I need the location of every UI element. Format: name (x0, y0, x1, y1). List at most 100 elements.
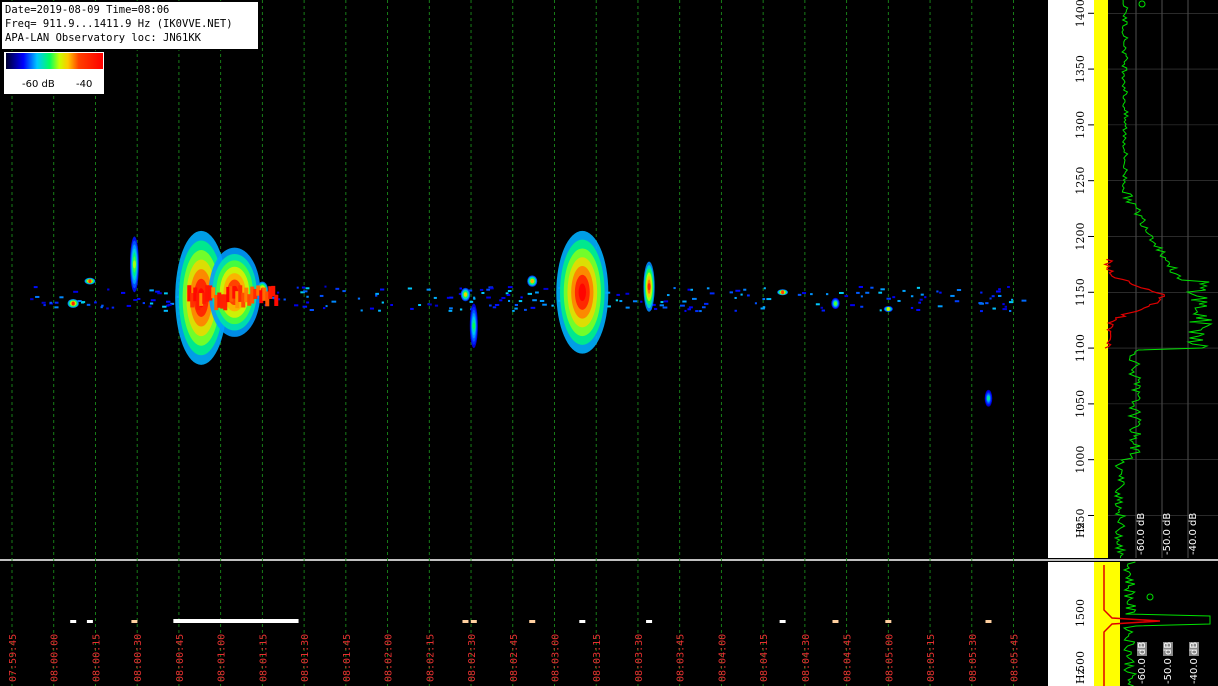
y-tick-label: 1250 (1074, 167, 1087, 195)
speckle (324, 285, 327, 288)
colorbar: -60 dB -40 (4, 52, 104, 94)
x-tick-label: 08:04:15 (759, 634, 770, 682)
speckle (1021, 299, 1027, 302)
db-label: -40.0 dB (1188, 513, 1199, 555)
mini-y-tick-label: 1500 (1074, 599, 1087, 627)
speckle (507, 286, 513, 289)
speckle (1009, 310, 1012, 313)
speckle (880, 288, 885, 291)
speckle (486, 296, 491, 299)
speckle (662, 306, 668, 309)
speckle (306, 301, 310, 304)
echo-layer (88, 279, 92, 284)
speckle (434, 304, 439, 307)
speckle (1002, 303, 1005, 306)
speckle (995, 290, 1001, 293)
speckle (378, 309, 381, 312)
timeline-mark (985, 620, 992, 623)
speckle (625, 306, 630, 309)
echo-layer (781, 290, 785, 295)
y-tick-label: 1200 (1074, 222, 1087, 250)
speckle (625, 292, 630, 295)
speckle (735, 289, 741, 292)
x-tick-label: 08:04:00 (717, 634, 728, 682)
speckle (331, 300, 337, 303)
x-tick-label: 08:01:45 (342, 634, 353, 682)
speckle (54, 301, 59, 304)
meteor-echo (643, 261, 655, 312)
speckle (640, 300, 643, 303)
echo-layer (578, 283, 587, 302)
x-tick-label: 08:00:00 (50, 634, 61, 682)
timeline-mark (131, 620, 138, 623)
speckle (687, 308, 691, 311)
x-tick-label: 08:00:15 (91, 634, 102, 682)
speckle (760, 307, 765, 310)
meteor-echo (883, 306, 893, 313)
waterfall-area (0, 0, 1047, 558)
speckle (507, 290, 512, 293)
speckle (1008, 301, 1014, 304)
speckle (865, 291, 870, 294)
speckle (939, 291, 942, 294)
speckle (375, 294, 378, 297)
x-tick-label: 08:00:45 (175, 634, 186, 682)
speckle (107, 288, 110, 291)
speckle (380, 288, 385, 291)
speckle (663, 300, 669, 303)
speckle (542, 303, 547, 306)
y-axis-label: Hz (1074, 522, 1087, 538)
speckle (679, 304, 685, 307)
speckle (449, 307, 453, 310)
db-label: -50.0 dB (1162, 513, 1173, 555)
speckle (428, 303, 432, 306)
timeline-mark (646, 620, 653, 623)
speckle (35, 295, 40, 298)
speckle (410, 307, 414, 310)
speckle (688, 306, 693, 309)
x-tick-label: 08:01:00 (217, 634, 228, 682)
speckle (306, 295, 309, 298)
info-box: Date=2019-08-09 Time=08:06 Freq= 911.9..… (1, 1, 259, 50)
speckle (167, 303, 172, 306)
timeline-mark (86, 620, 93, 623)
speckle (479, 288, 484, 291)
speckle (481, 291, 485, 294)
speckle (991, 295, 995, 298)
speckle (30, 298, 34, 301)
speckle (615, 299, 619, 302)
x-tick-label: 08:02:45 (509, 634, 520, 682)
speckle (305, 287, 310, 290)
meteor-echo (469, 303, 478, 349)
meteor-echo (556, 230, 609, 354)
speckle (459, 308, 463, 311)
speckle (283, 298, 286, 301)
speckle (59, 296, 64, 299)
y-tick-label: 1400 (1074, 0, 1087, 27)
speckle (878, 291, 883, 294)
speckle (381, 301, 384, 304)
speckle (985, 302, 989, 305)
echo-layer (472, 322, 476, 329)
x-tick-label: 08:03:00 (550, 634, 561, 682)
speckle (514, 303, 518, 306)
y-tick-label: 1150 (1074, 278, 1087, 306)
speckle (166, 300, 171, 303)
speckle (501, 296, 506, 299)
echo-layer (132, 260, 136, 269)
speckle (149, 302, 154, 305)
speckle (815, 303, 820, 306)
speckle (426, 288, 431, 291)
speckle (850, 304, 855, 307)
x-tick-label: 08:05:00 (884, 634, 895, 682)
speckle (740, 293, 743, 296)
speckle (918, 301, 922, 304)
speckle (360, 309, 363, 312)
x-tick-label: 08:02:15 (425, 634, 436, 682)
speckle (860, 305, 864, 308)
speckle (375, 292, 379, 295)
timeline-mark (832, 620, 839, 623)
x-tick-label: 08:01:30 (300, 634, 311, 682)
x-tick-label: 08:05:45 (1010, 634, 1021, 682)
echo-layer (886, 307, 890, 312)
